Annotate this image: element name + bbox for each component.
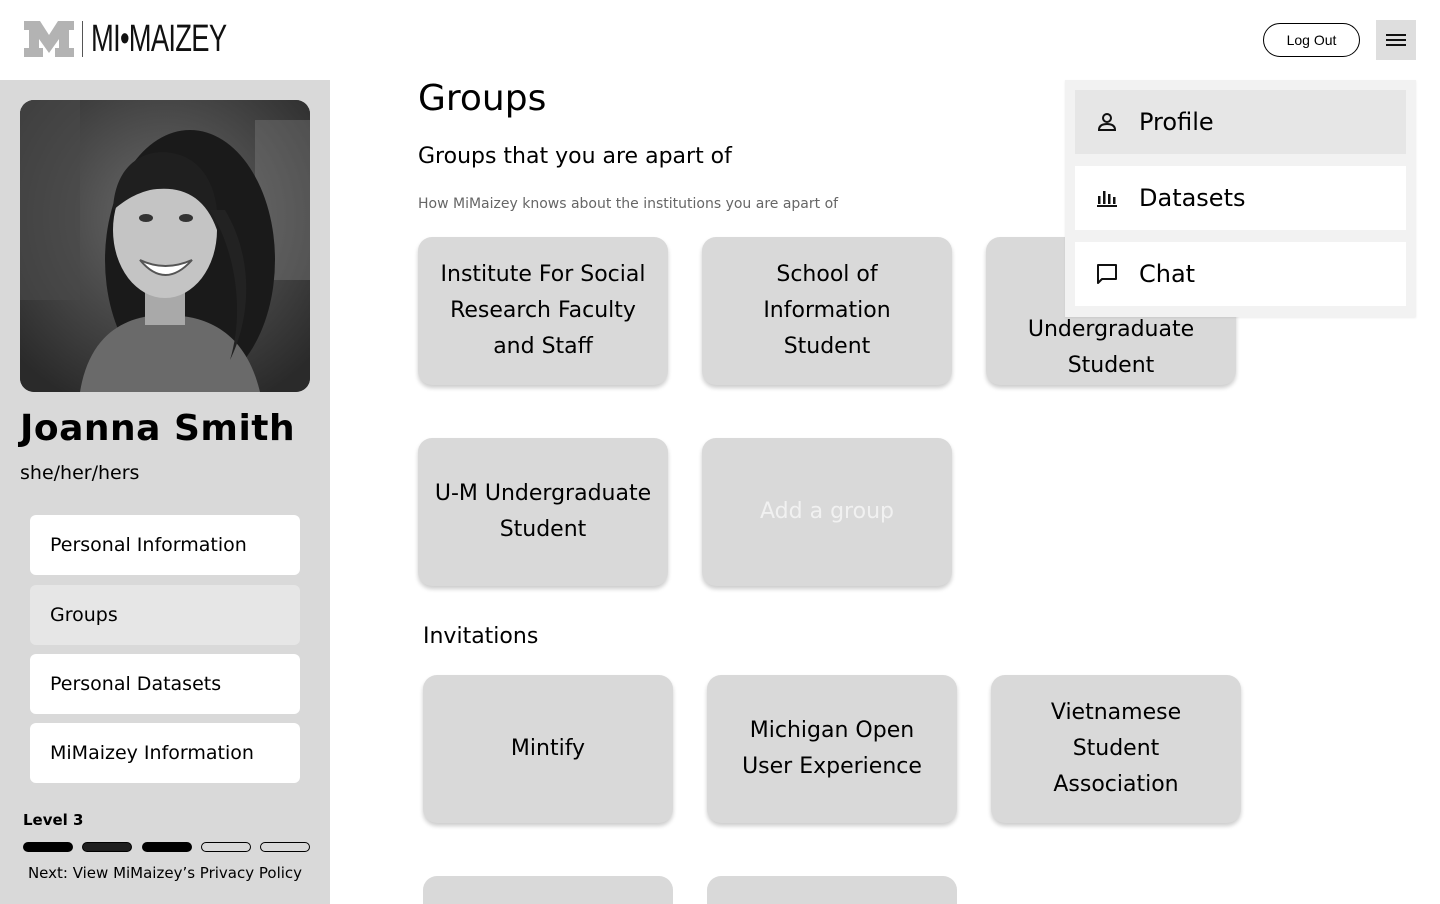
level-segment	[23, 842, 73, 852]
menu-item-label: Profile	[1139, 108, 1214, 136]
menu-item-datasets[interactable]: Datasets	[1075, 166, 1406, 230]
log-out-button[interactable]: Log Out	[1263, 23, 1360, 57]
level-label: Level 3	[23, 811, 84, 829]
avatar	[20, 100, 310, 392]
user-pronouns: she/her/hers	[20, 462, 140, 484]
chat-bubble-icon	[1075, 242, 1139, 306]
top-header: MI•MAIZEY Log Out	[0, 0, 1440, 80]
nav-dropdown-menu: Profile Datasets Chat	[1065, 80, 1416, 317]
menu-item-label: Chat	[1139, 260, 1196, 288]
user-name: Joanna Smith	[20, 408, 296, 449]
add-group-button[interactable]: Add a group	[702, 438, 952, 586]
sidebar-item-mimaizey-information[interactable]: MiMaizey Information	[30, 723, 300, 783]
group-card[interactable]: School of Information Student	[702, 237, 952, 385]
sidebar-item-groups[interactable]: Groups	[30, 585, 300, 645]
menu-item-profile[interactable]: Profile	[1075, 90, 1406, 154]
sidebar-item-personal-datasets[interactable]: Personal Datasets	[30, 654, 300, 714]
next-step-link[interactable]: Next: View MiMaizey’s Privacy Policy	[0, 864, 330, 882]
invitation-card[interactable]: Vietnamese Student Association	[991, 675, 1241, 823]
logo-wordmark: MI•MAIZEY	[91, 17, 227, 60]
groups-helper-text: How MiMaizey knows about the institution…	[418, 196, 839, 212]
menu-item-chat[interactable]: Chat	[1075, 242, 1406, 306]
group-card[interactable]: Institute For Social Research Faculty an…	[418, 237, 668, 385]
invitation-card[interactable]	[707, 876, 957, 904]
person-icon	[1075, 90, 1139, 154]
level-segment	[260, 842, 310, 852]
profile-sidebar: Joanna Smith she/her/hers Personal Infor…	[0, 80, 330, 904]
page-title: Groups	[418, 78, 547, 119]
mimaizey-logo[interactable]: MI•MAIZEY	[24, 17, 279, 60]
level-segment	[200, 842, 251, 852]
invitation-card[interactable]	[423, 876, 673, 904]
level-segment	[141, 842, 192, 852]
menu-button[interactable]	[1376, 20, 1416, 60]
group-card[interactable]: U-M Undergraduate Student	[418, 438, 668, 586]
invitation-card[interactable]: Michigan Open User Experience	[707, 675, 957, 823]
invitations-heading: Invitations	[423, 624, 539, 649]
invitation-card[interactable]: Mintify	[423, 675, 673, 823]
block-m-icon	[24, 21, 74, 57]
groups-subheading: Groups that you are apart of	[418, 144, 732, 169]
bar-chart-icon	[1075, 166, 1139, 230]
logo-divider	[82, 21, 83, 57]
menu-item-label: Datasets	[1139, 184, 1246, 212]
avatar-photo	[20, 100, 310, 392]
sidebar-item-personal-information[interactable]: Personal Information	[30, 515, 300, 575]
hamburger-icon	[1386, 34, 1406, 46]
level-progress	[23, 842, 310, 853]
level-segment	[82, 842, 133, 852]
